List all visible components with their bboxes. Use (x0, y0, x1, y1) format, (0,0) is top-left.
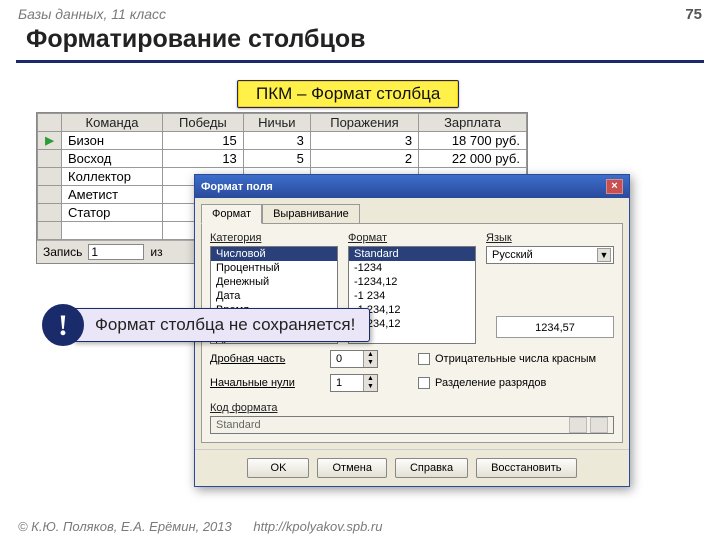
cancel-button[interactable]: Отмена (317, 458, 386, 478)
code-check-icon[interactable] (569, 417, 587, 433)
warning-text: Формат столбца не сохраняется! (72, 308, 370, 342)
label-category: Категория (210, 232, 338, 244)
row-marker (38, 222, 62, 240)
combo-value: Русский (492, 249, 533, 261)
spin-down-icon[interactable]: ▼ (363, 383, 377, 391)
label-decimals: Дробная часть (210, 353, 320, 365)
cell[interactable]: 2 (310, 150, 418, 168)
list-item[interactable]: Standard (349, 247, 475, 261)
checkbox-box[interactable] (418, 377, 430, 389)
cell[interactable]: 5 (243, 150, 310, 168)
col-team[interactable]: Команда (62, 114, 163, 132)
tab-alignment[interactable]: Выравнивание (262, 204, 360, 223)
spin-up-icon[interactable]: ▲ (363, 375, 377, 383)
list-item[interactable]: Процентный (211, 261, 337, 275)
leading-spinner[interactable]: 1 ▲▼ (330, 374, 378, 392)
format-code-field[interactable]: Standard (210, 416, 614, 434)
reset-button[interactable]: Восстановить (476, 458, 576, 478)
spinner-value: 1 (331, 377, 363, 389)
ok-button[interactable]: OK (247, 458, 309, 478)
record-label: Запись (43, 245, 82, 259)
page-number: 75 (685, 6, 702, 23)
negative-red-checkbox[interactable]: Отрицательные числа красным (418, 353, 596, 365)
cell[interactable]: 3 (243, 132, 310, 150)
col-losses[interactable]: Поражения (310, 114, 418, 132)
list-item[interactable]: Денежный (211, 275, 337, 289)
decimals-spinner[interactable]: 0 ▲▼ (330, 350, 378, 368)
cell[interactable]: Коллектор (62, 168, 163, 186)
page-title: Форматирование столбцов (26, 25, 702, 54)
hint-callout: ПКМ – Формат столбца (237, 80, 459, 108)
record-input[interactable] (88, 244, 144, 260)
cell[interactable]: 3 (310, 132, 418, 150)
help-button[interactable]: Справка (395, 458, 468, 478)
cell[interactable] (62, 222, 163, 240)
col-wins[interactable]: Победы (163, 114, 244, 132)
spinner-value: 0 (331, 353, 363, 365)
copyright: © К.Ю. Поляков, Е.А. Ерёмин, 2013 (18, 519, 232, 534)
list-item[interactable]: -1234,12 (349, 275, 475, 289)
cell[interactable]: 15 (163, 132, 244, 150)
cell[interactable]: Бизон (62, 132, 163, 150)
row-marker: ▶ (38, 132, 62, 150)
col-salary[interactable]: Зарплата (419, 114, 527, 132)
record-of: из (150, 245, 162, 259)
close-icon[interactable]: × (606, 179, 623, 194)
row-marker (38, 168, 62, 186)
label-leading: Начальные нули (210, 377, 320, 389)
list-item[interactable]: Числовой (211, 247, 337, 261)
code-value: Standard (216, 419, 261, 431)
dialog-titlebar[interactable]: Формат поля × (195, 175, 629, 198)
code-cancel-icon[interactable] (590, 417, 608, 433)
cell[interactable]: 22 000 руб. (419, 150, 527, 168)
language-combo[interactable]: Русский ▼ (486, 246, 614, 264)
list-item[interactable]: Дата (211, 289, 337, 303)
spin-up-icon[interactable]: ▲ (363, 351, 377, 359)
thousands-checkbox[interactable]: Разделение разрядов (418, 377, 546, 389)
cell[interactable]: Статор (62, 204, 163, 222)
label-language: Язык (486, 232, 614, 244)
footer-url: http://kpolyakov.spb.ru (253, 519, 382, 534)
table-row[interactable]: Восход 13 5 2 22 000 руб. (38, 150, 527, 168)
title-rule (16, 60, 704, 63)
format-preview: 1234,57 (496, 316, 614, 338)
list-item[interactable]: -1 234 (349, 289, 475, 303)
row-marker (38, 204, 62, 222)
chevron-down-icon[interactable]: ▼ (597, 248, 611, 262)
row-marker (38, 150, 62, 168)
col-draws[interactable]: Ничьи (243, 114, 310, 132)
row-header-blank (38, 114, 62, 132)
label-format-code: Код формата (210, 402, 614, 414)
table-row[interactable]: ▶ Бизон 15 3 3 18 700 руб. (38, 132, 527, 150)
spin-down-icon[interactable]: ▼ (363, 359, 377, 367)
cell[interactable]: Аметист (62, 186, 163, 204)
row-marker (38, 186, 62, 204)
cell[interactable]: 13 (163, 150, 244, 168)
footer: © К.Ю. Поляков, Е.А. Ерёмин, 2013 http:/… (18, 519, 382, 534)
exclamation-icon: ! (42, 304, 84, 346)
label-format: Формат (348, 232, 476, 244)
checkbox-label: Разделение разрядов (435, 377, 546, 389)
dialog-title: Формат поля (201, 181, 273, 193)
warning-callout: ! Формат столбца не сохраняется! (42, 304, 370, 346)
header-left: Базы данных, 11 класс (18, 6, 166, 23)
cell[interactable]: 18 700 руб. (419, 132, 527, 150)
tab-format[interactable]: Формат (201, 204, 262, 224)
checkbox-box[interactable] (418, 353, 430, 365)
cell[interactable]: Восход (62, 150, 163, 168)
list-item[interactable]: -1234 (349, 261, 475, 275)
checkbox-label: Отрицательные числа красным (435, 353, 596, 365)
